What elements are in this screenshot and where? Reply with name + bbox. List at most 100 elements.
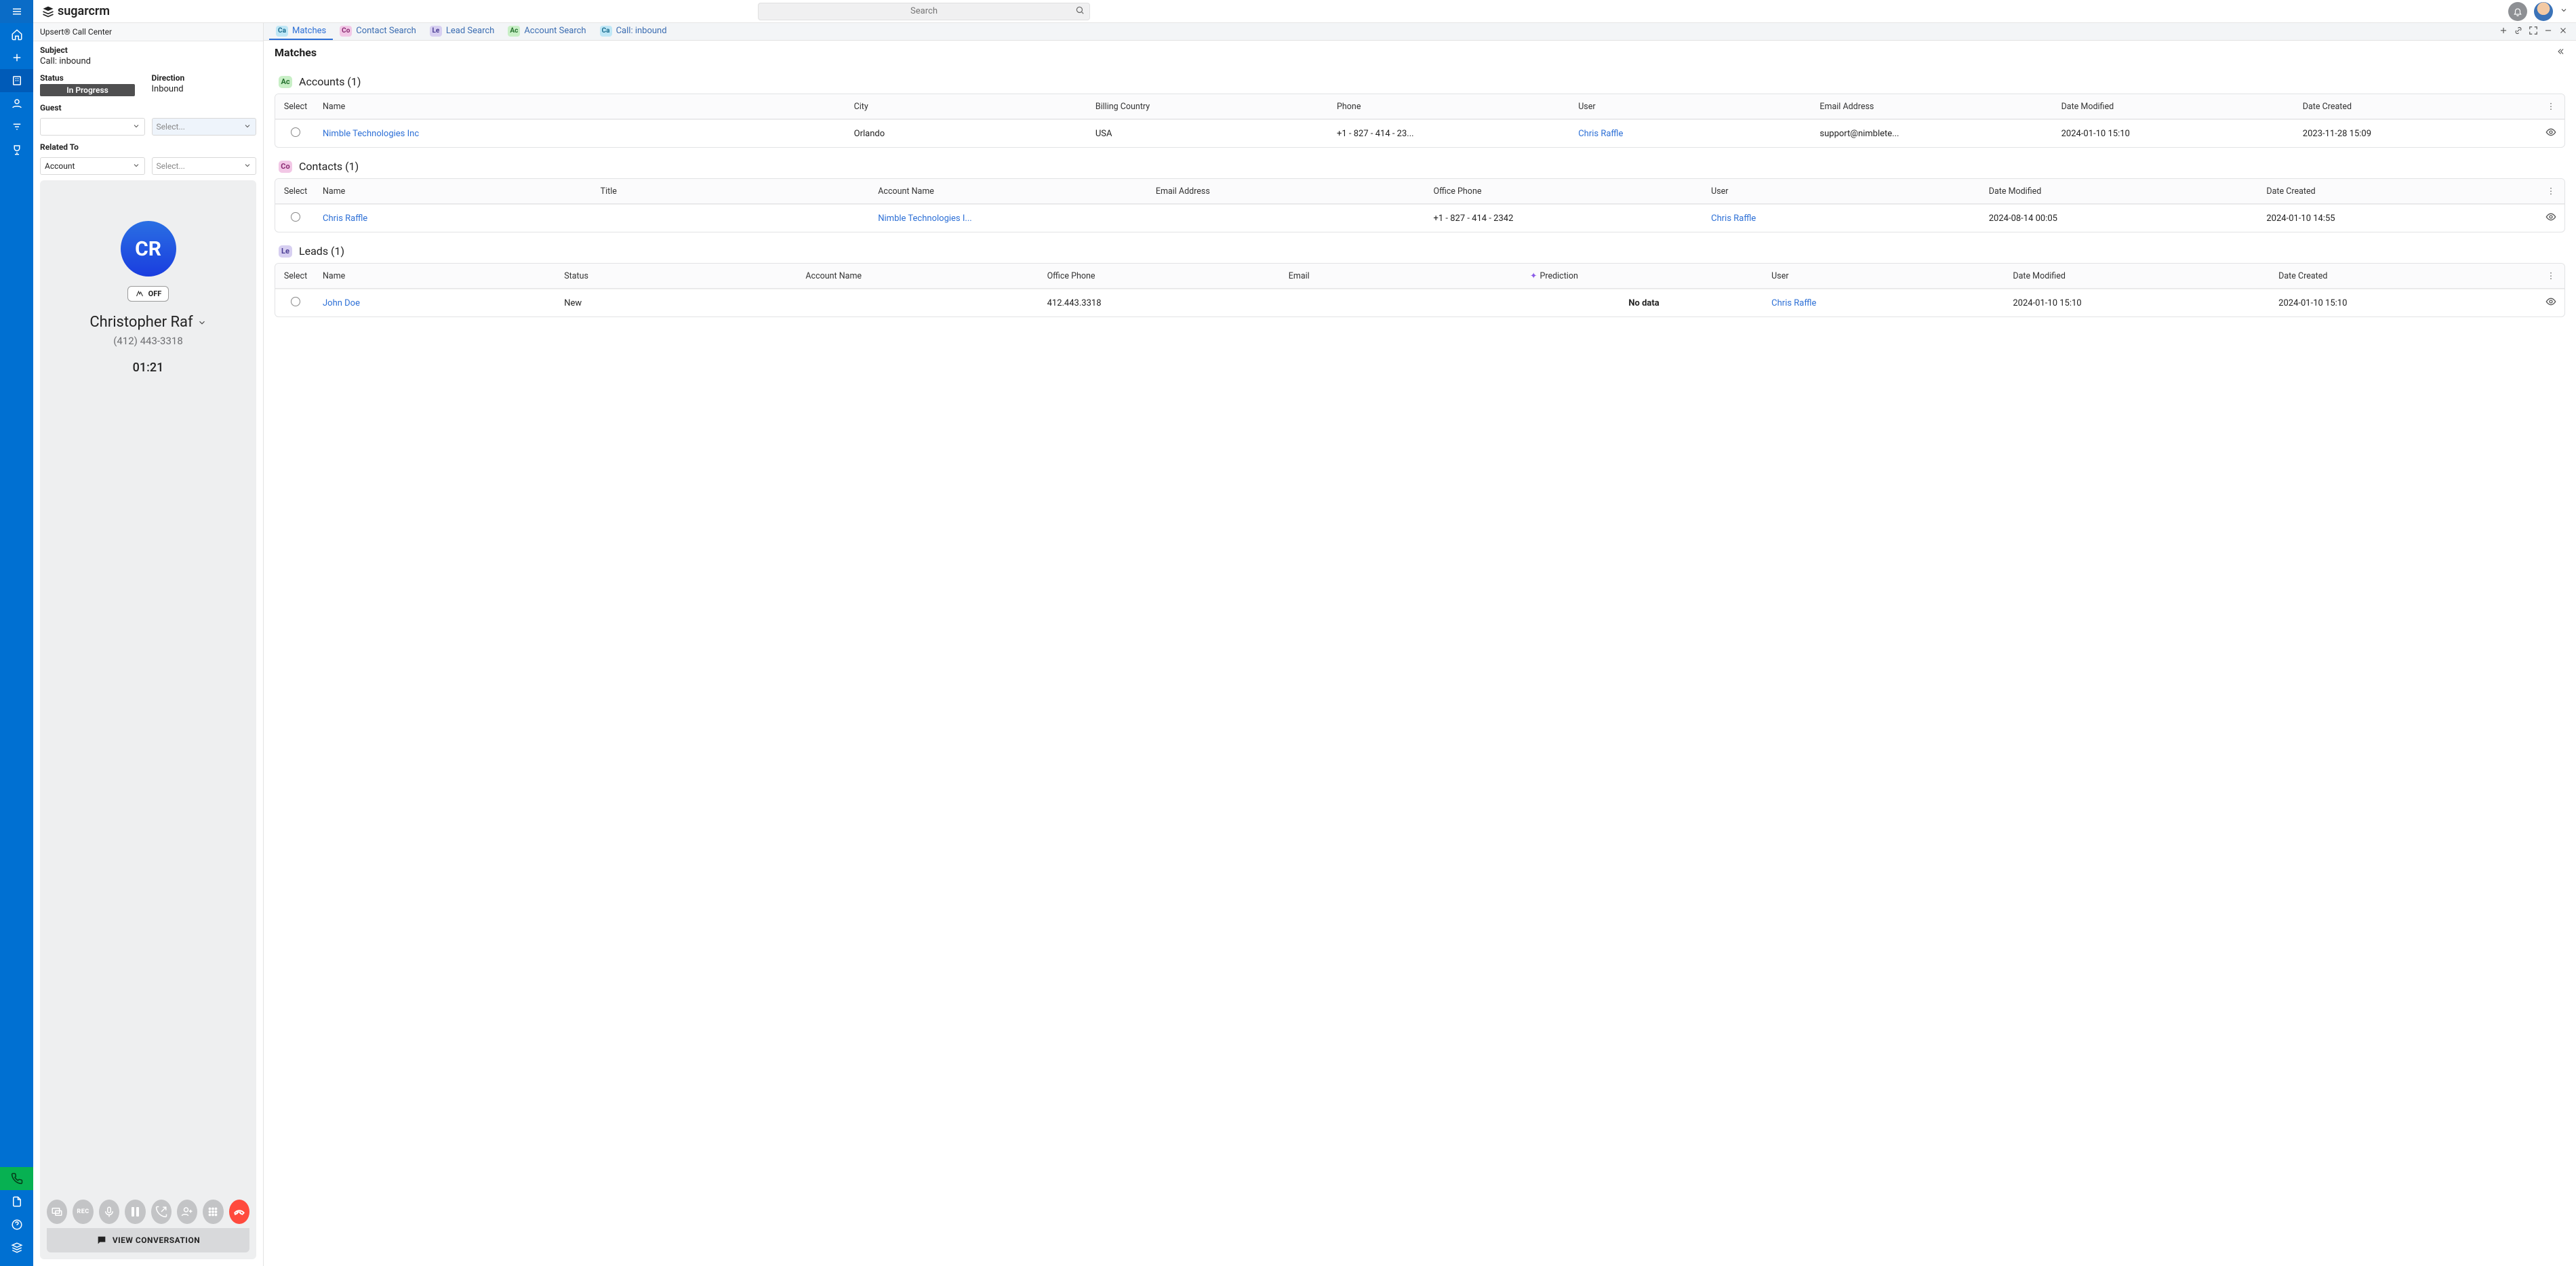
cell-user[interactable]: Chris Raffle	[1704, 207, 1982, 230]
tab-unlink-icon[interactable]	[2514, 26, 2523, 38]
cell-name[interactable]: John Doe	[316, 291, 557, 315]
cell-prediction: No data	[1523, 291, 1765, 315]
tab-contact-search[interactable]: Co Contact Search	[333, 23, 423, 40]
content-tabbar: Ca Matches Co Contact Search Le Lead Sea…	[264, 23, 2576, 41]
related-type-select[interactable]: Account	[40, 157, 145, 175]
transfer-button[interactable]	[151, 1200, 172, 1224]
th-billing-country[interactable]: Billing Country	[1089, 95, 1330, 119]
chevron-down-icon	[243, 161, 251, 171]
th-phone[interactable]: Phone	[1330, 95, 1571, 119]
th-created[interactable]: Date Created	[2272, 264, 2537, 288]
th-user[interactable]: User	[1704, 180, 1982, 203]
cell-account[interactable]: Nimble Technologies I...	[871, 207, 1149, 230]
screen-share-button[interactable]	[47, 1200, 67, 1224]
nav-help[interactable]	[0, 1213, 33, 1236]
th-created[interactable]: Date Created	[2259, 180, 2537, 203]
cell-status: New	[557, 291, 799, 315]
guest-type-select[interactable]	[40, 118, 145, 136]
row-select-radio[interactable]	[291, 127, 300, 137]
table-head: Select Name Title Account Name Email Add…	[275, 179, 2564, 204]
cell-name[interactable]: Chris Raffle	[316, 207, 594, 230]
tab-minimize-icon[interactable]	[2543, 26, 2553, 38]
th-modified[interactable]: Date Modified	[2006, 264, 2272, 288]
view-conversation-button[interactable]: VIEW CONVERSATION	[47, 1228, 249, 1252]
th-modified[interactable]: Date Modified	[2055, 95, 2296, 119]
app-logo-text: sugarcrm	[58, 4, 110, 18]
dialpad-button[interactable]	[203, 1200, 223, 1224]
th-title[interactable]: Title	[594, 180, 872, 203]
guest-value-select[interactable]: Select...	[152, 118, 257, 136]
tab-add-icon[interactable]	[2499, 26, 2508, 38]
cell-name[interactable]: Nimble Technologies Inc	[316, 122, 847, 146]
hangup-button[interactable]	[229, 1200, 249, 1224]
row-preview[interactable]	[2537, 120, 2564, 147]
nav-phone[interactable]	[0, 1167, 33, 1190]
th-select: Select	[275, 180, 316, 203]
global-search-input[interactable]	[758, 3, 1090, 20]
cell-phone: 412.443.3318	[1041, 291, 1282, 315]
th-account[interactable]: Account Name	[799, 264, 1040, 288]
th-name[interactable]: Name	[316, 264, 557, 288]
cell-user[interactable]: Chris Raffle	[1571, 122, 1813, 146]
nav-home[interactable]	[0, 23, 33, 46]
user-menu-chevron-icon[interactable]	[2560, 6, 2568, 17]
group-badge: Le	[279, 245, 292, 258]
tab-account-search[interactable]: Ac Account Search	[501, 23, 592, 40]
th-prediction[interactable]: ✦Prediction	[1523, 264, 1765, 288]
nav-accounts[interactable]	[0, 69, 33, 92]
tab-matches[interactable]: Ca Matches	[269, 23, 333, 40]
hold-button[interactable]	[125, 1200, 145, 1224]
record-button[interactable]: REC	[73, 1200, 93, 1224]
tab-collapse-icon[interactable]	[2529, 26, 2538, 38]
nav-documents[interactable]	[0, 1190, 33, 1213]
notifications-button[interactable]	[2508, 2, 2527, 21]
th-user[interactable]: User	[1765, 264, 2006, 288]
hamburger-menu[interactable]	[0, 0, 33, 23]
tab-call-inbound[interactable]: Ca Call: inbound	[593, 23, 674, 40]
cell-user[interactable]: Chris Raffle	[1765, 291, 2006, 315]
th-office-phone[interactable]: Office Phone	[1041, 264, 1282, 288]
th-created[interactable]: Date Created	[2296, 95, 2537, 119]
row-preview[interactable]	[2537, 289, 2564, 316]
tab-lead-search[interactable]: Le Lead Search	[423, 23, 501, 40]
nav-stack[interactable]	[0, 1236, 33, 1259]
nav-filter[interactable]	[0, 115, 33, 138]
th-name[interactable]: Name	[316, 95, 847, 119]
eye-icon	[2545, 296, 2556, 310]
add-participant-button[interactable]	[177, 1200, 197, 1224]
tab-close-icon[interactable]	[2558, 26, 2568, 38]
row-preview[interactable]	[2537, 205, 2564, 232]
th-actions[interactable]: ⋮	[2537, 179, 2564, 203]
related-value-placeholder: Select...	[157, 161, 185, 171]
th-modified[interactable]: Date Modified	[1982, 180, 2260, 203]
th-office-phone[interactable]: Office Phone	[1427, 180, 1705, 203]
caller-name-row[interactable]: Christopher Raf	[89, 314, 206, 331]
eye-icon	[2545, 127, 2556, 140]
row-select-radio[interactable]	[291, 212, 300, 222]
user-avatar[interactable]	[2534, 2, 2553, 21]
th-name[interactable]: Name	[316, 180, 594, 203]
kebab-icon: ⋮	[2547, 186, 2556, 197]
nav-create[interactable]	[0, 46, 33, 69]
app-logo[interactable]: sugarcrm	[41, 4, 110, 18]
th-email[interactable]: Email Address	[1813, 95, 2054, 119]
th-account[interactable]: Account Name	[871, 180, 1149, 203]
th-status[interactable]: Status	[557, 264, 799, 288]
ai-toggle[interactable]: OFF	[127, 286, 169, 302]
related-value-select[interactable]: Select...	[152, 157, 257, 175]
row-select-radio[interactable]	[291, 297, 300, 306]
search-icon[interactable]	[1075, 5, 1085, 18]
th-actions[interactable]: ⋮	[2537, 94, 2564, 119]
collapse-sidebar-icon[interactable]	[2556, 47, 2565, 59]
nav-contacts[interactable]	[0, 92, 33, 115]
tab-label: Call: inbound	[616, 26, 667, 36]
th-email[interactable]: Email Address	[1149, 180, 1427, 203]
cell-email: support@nimblete...	[1813, 122, 2054, 146]
mute-button[interactable]	[99, 1200, 119, 1224]
nav-opportunities[interactable]	[0, 138, 33, 161]
th-email[interactable]: Email	[1282, 264, 1523, 288]
th-user[interactable]: User	[1571, 95, 1813, 119]
th-actions[interactable]: ⋮	[2537, 264, 2564, 288]
th-city[interactable]: City	[847, 95, 1089, 119]
call-timer: 01:21	[133, 361, 164, 375]
